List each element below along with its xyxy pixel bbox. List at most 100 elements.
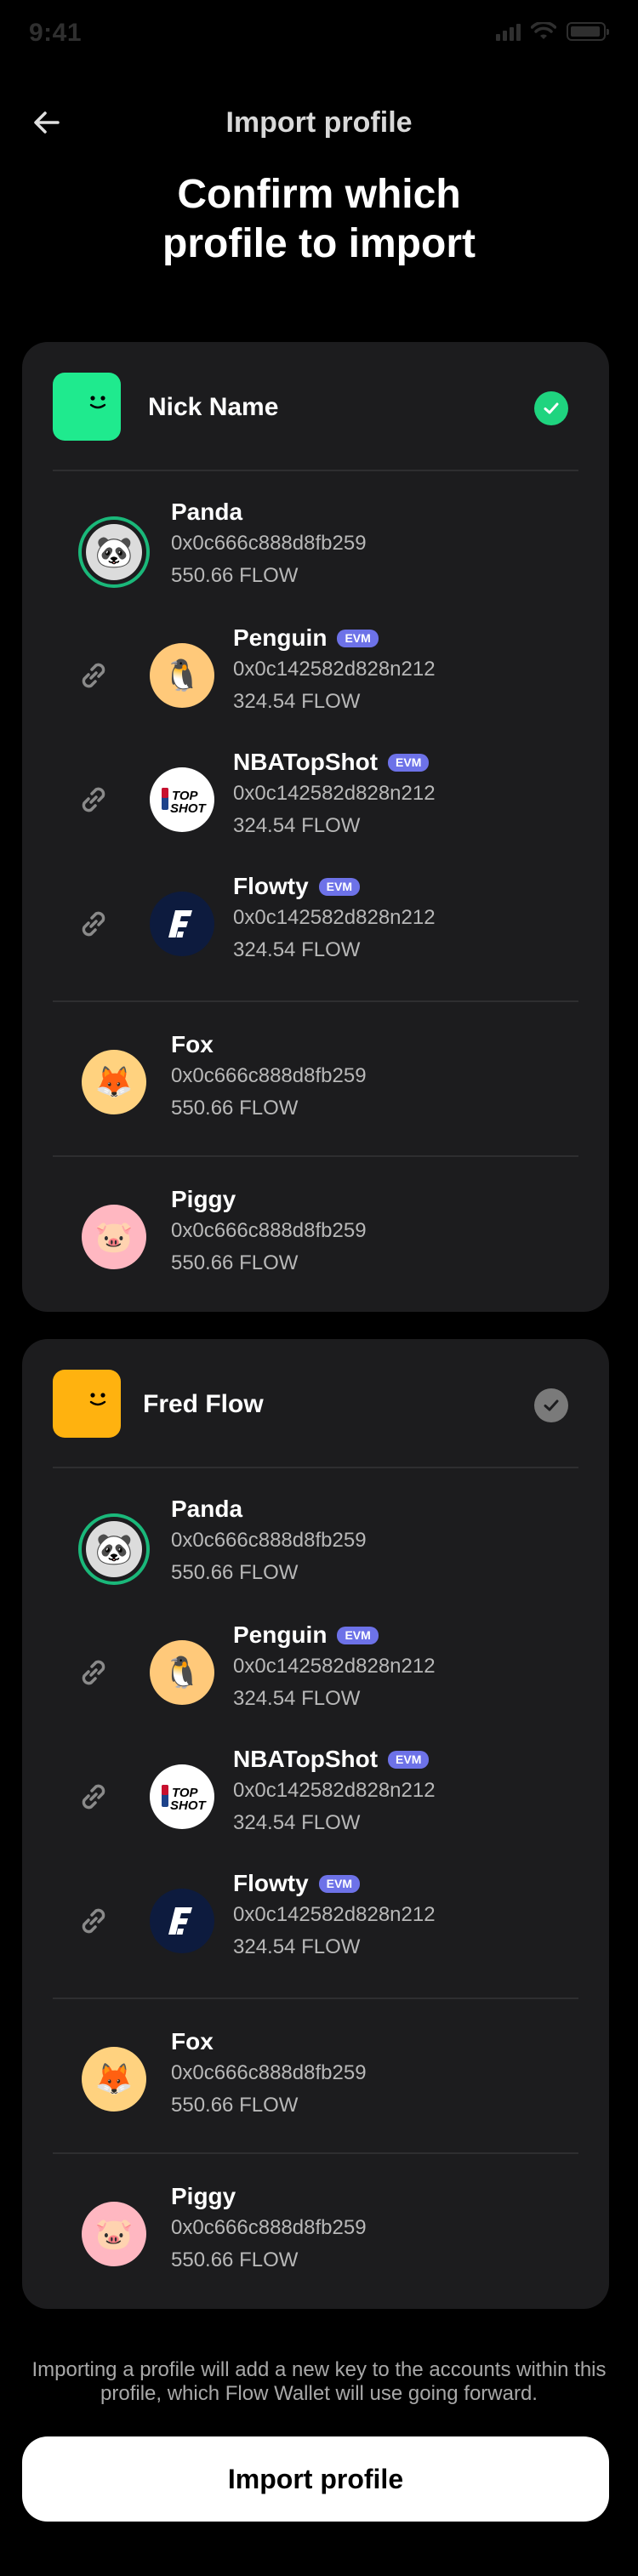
account-item-panda[interactable]: 🐼 Panda 0x0c666c888d8fb259 550.66 FLOW	[53, 497, 592, 607]
profile-avatar	[53, 1370, 121, 1438]
account-address: 0x0c666c888d8fb259	[171, 1529, 367, 1552]
divider	[53, 1998, 578, 1999]
account-balance: 550.66 FLOW	[171, 2248, 299, 2271]
evm-badge: EVM	[388, 753, 430, 772]
account-balance: 324.54 FLOW	[233, 938, 361, 961]
fox-avatar-icon: 🦊	[82, 2047, 146, 2112]
account-name: Penguin	[233, 624, 328, 651]
topshot-logo-icon: TOP SHOT	[150, 767, 214, 832]
link-icon	[82, 1660, 105, 1685]
account-name: NBATopShot	[233, 1746, 379, 1772]
flowty-logo-icon	[150, 1889, 214, 1953]
headline-line-2: profile to import	[162, 221, 476, 266]
divider	[53, 1467, 578, 1468]
account-item-flowty[interactable]: Flowty EVM 0x0c142582d828n212 324.54 FLOW	[53, 1868, 592, 1979]
smiley-face-icon	[89, 396, 106, 409]
account-balance: 324.54 FLOW	[233, 1811, 361, 1834]
battery-icon	[567, 22, 609, 41]
account-item-nbatopshot[interactable]: TOP SHOT NBATopShot EVM 0x0c142582d828n21…	[53, 747, 592, 858]
account-item-flowty[interactable]: Flowty EVM 0x0c142582d828n212 324.54 FLOW	[53, 871, 592, 982]
account-address: 0x0c142582d828n212	[233, 1779, 436, 1802]
account-item-nbatopshot[interactable]: TOP SHOT NBATopShot EVM 0x0c142582d828n21…	[53, 1744, 592, 1855]
profile-name: Fred Flow	[143, 1390, 264, 1418]
account-balance: 550.66 FLOW	[171, 1561, 299, 1584]
account-item-fox[interactable]: 🦊 Fox 0x0c666c888d8fb259 550.66 FLOW	[53, 1029, 592, 1140]
evm-badge: EVM	[388, 1750, 430, 1769]
svg-text:SHOT: SHOT	[170, 801, 208, 816]
import-profile-button[interactable]: Import profile	[22, 2436, 609, 2522]
divider	[53, 1000, 578, 1002]
profile-header[interactable]: Fred Flow	[53, 1370, 578, 1438]
account-address: 0x0c142582d828n212	[233, 782, 436, 805]
account-item-fox[interactable]: 🦊 Fox 0x0c666c888d8fb259 550.66 FLOW	[53, 2026, 592, 2137]
account-item-piggy[interactable]: 🐷 Piggy 0x0c666c888d8fb259 550.66 FLOW	[53, 1184, 592, 1295]
account-address: 0x0c142582d828n212	[233, 1903, 436, 1926]
link-icon	[82, 1908, 105, 1934]
wifi-icon	[531, 22, 556, 39]
penguin-avatar-icon: 🐧	[150, 643, 214, 708]
link-icon	[82, 911, 105, 937]
fox-avatar-icon: 🦊	[82, 1050, 146, 1114]
profile-card: Fred Flow 🐼 Panda 0x0c666c888d8fb259 550…	[22, 1339, 609, 2309]
account-address: 0x0c142582d828n212	[233, 658, 436, 681]
profile-header[interactable]: Nick Name	[53, 373, 578, 441]
pig-avatar-icon: 🐷	[82, 2202, 146, 2266]
pig-avatar-icon: 🐷	[82, 1205, 146, 1269]
account-name: Fox	[171, 1031, 214, 1057]
account-name: Piggy	[171, 1186, 236, 1212]
headline-line-1: Confirm which	[177, 172, 461, 217]
check-circle-icon[interactable]	[534, 1388, 568, 1422]
smiley-face-icon	[89, 1393, 106, 1406]
page-title: Import profile	[225, 106, 413, 139]
account-address: 0x0c666c888d8fb259	[171, 2061, 367, 2084]
account-address: 0x0c666c888d8fb259	[171, 1219, 367, 1242]
account-address: 0x0c666c888d8fb259	[171, 1064, 367, 1087]
divider	[53, 1155, 578, 1157]
evm-badge: EVM	[337, 629, 379, 647]
profile-avatar	[53, 373, 121, 441]
profile-name: Nick Name	[148, 393, 279, 421]
footer-note: Importing a profile will add a new key t…	[31, 2358, 607, 2405]
account-item-panda[interactable]: 🐼 Panda 0x0c666c888d8fb259 550.66 FLOW	[53, 1494, 592, 1604]
account-address: 0x0c142582d828n212	[233, 906, 436, 929]
account-address: 0x0c666c888d8fb259	[171, 532, 367, 555]
divider	[53, 2152, 578, 2154]
svg-text:SHOT: SHOT	[170, 1798, 208, 1813]
account-balance: 324.54 FLOW	[233, 690, 361, 713]
evm-badge: EVM	[318, 1874, 361, 1893]
account-balance: 550.66 FLOW	[171, 2094, 299, 2117]
panda-avatar-icon: 🐼	[78, 1513, 150, 1585]
evm-badge: EVM	[318, 877, 361, 896]
account-name: Flowty	[233, 1870, 309, 1896]
account-name: Flowty	[233, 873, 309, 899]
account-balance: 324.54 FLOW	[233, 814, 361, 837]
status-time: 9:41	[29, 19, 83, 47]
account-balance: 550.66 FLOW	[171, 564, 299, 587]
account-balance: 324.54 FLOW	[233, 1687, 361, 1710]
account-address: 0x0c142582d828n212	[233, 1655, 436, 1678]
account-name: Panda	[171, 499, 243, 525]
divider	[53, 470, 578, 471]
account-item-piggy[interactable]: 🐷 Piggy 0x0c666c888d8fb259 550.66 FLOW	[53, 2181, 592, 2292]
account-address: 0x0c666c888d8fb259	[171, 2216, 367, 2239]
account-name: Fox	[171, 2028, 214, 2055]
account-name: Piggy	[171, 2183, 236, 2209]
status-bar: 9:41	[0, 0, 638, 68]
account-item-penguin[interactable]: 🐧 Penguin EVM 0x0c142582d828n212 324.54 F…	[53, 623, 592, 733]
cellular-signal-icon	[496, 22, 521, 41]
account-item-penguin[interactable]: 🐧 Penguin EVM 0x0c142582d828n212 324.54 F…	[53, 1620, 592, 1730]
penguin-avatar-icon: 🐧	[150, 1640, 214, 1705]
account-balance: 550.66 FLOW	[171, 1097, 299, 1120]
evm-badge: EVM	[337, 1626, 379, 1644]
account-name: Panda	[171, 1496, 243, 1522]
account-balance: 550.66 FLOW	[171, 1251, 299, 1274]
status-icons	[496, 22, 609, 41]
account-name: Penguin	[233, 1621, 328, 1648]
check-circle-icon[interactable]	[534, 391, 568, 425]
panda-avatar-icon: 🐼	[78, 516, 150, 588]
topshot-logo-icon: TOP SHOT	[150, 1764, 214, 1829]
profile-card: Nick Name 🐼 Panda 0x0c666c888d8fb259 550…	[22, 342, 609, 1312]
link-icon	[82, 787, 105, 812]
link-icon	[82, 663, 105, 688]
flowty-logo-icon	[150, 892, 214, 956]
